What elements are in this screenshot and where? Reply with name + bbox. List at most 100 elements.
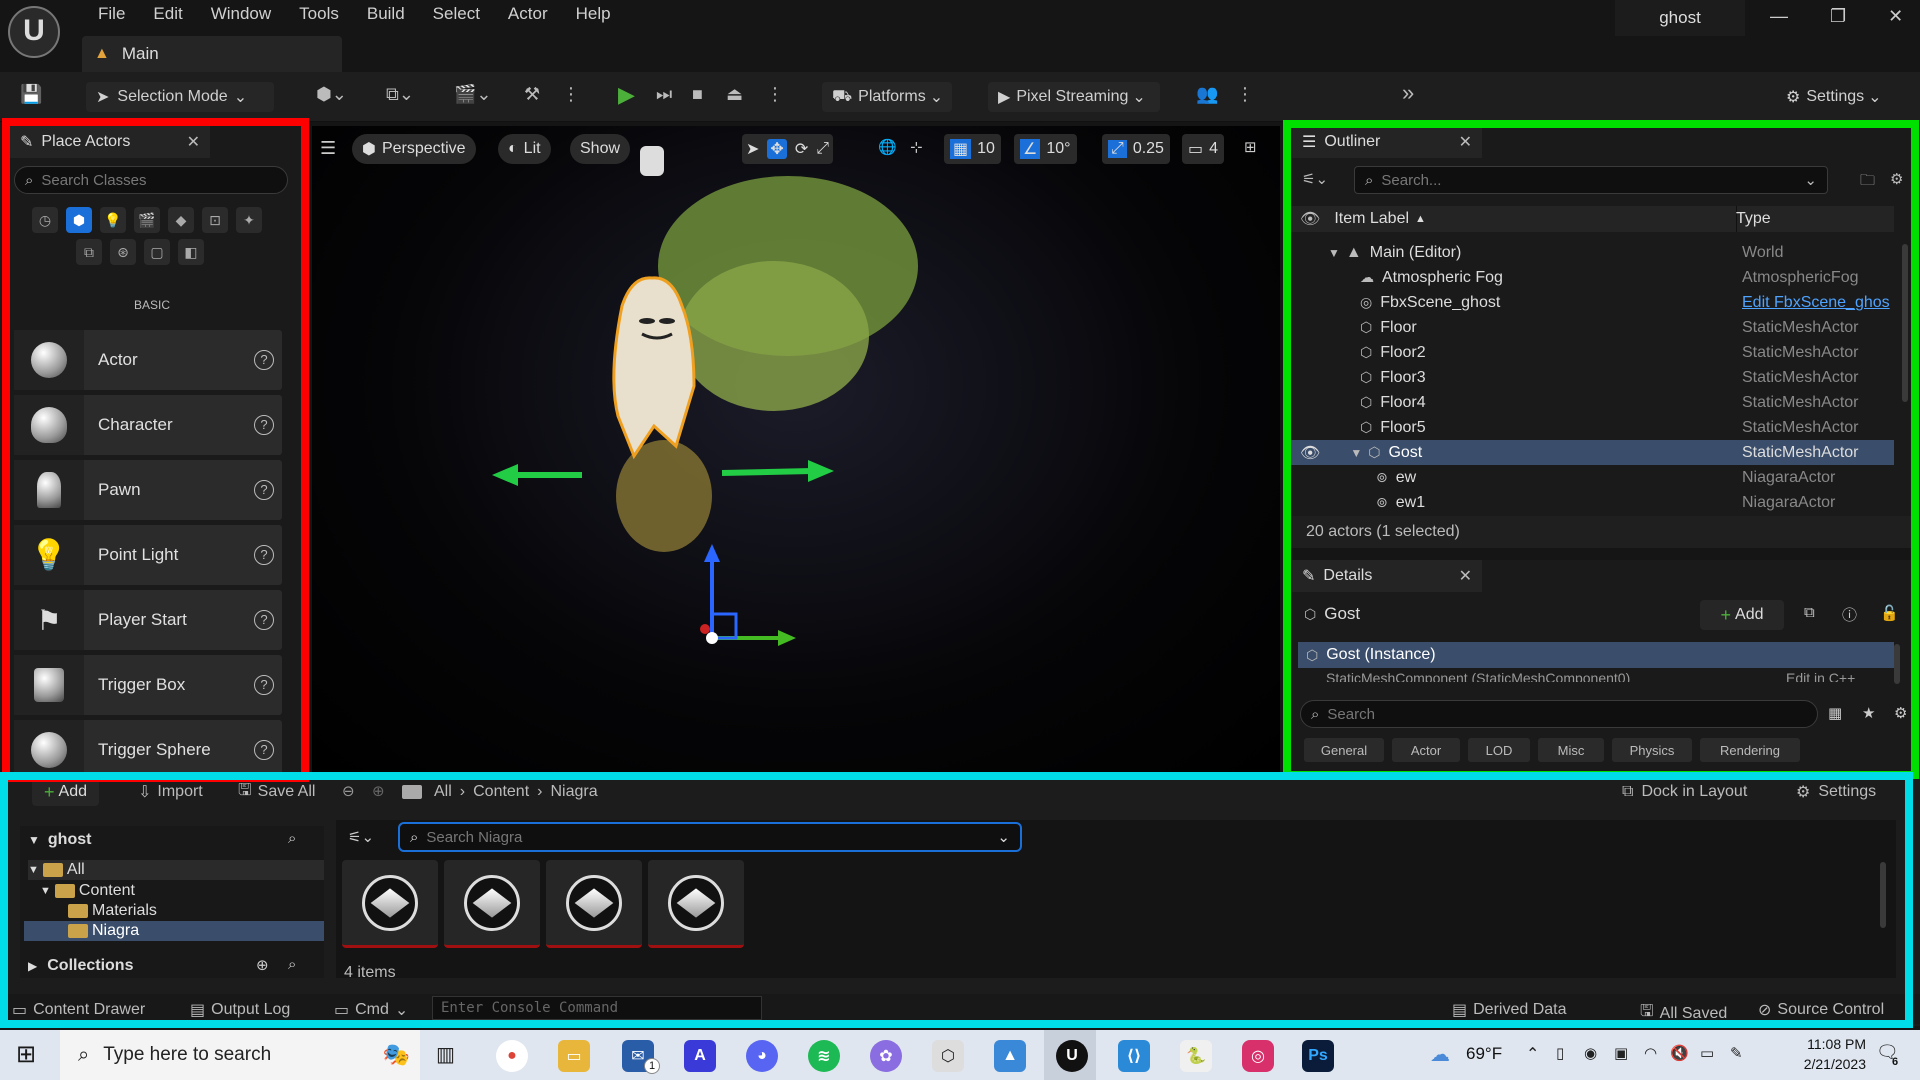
help-icon[interactable]: ?: [254, 545, 274, 565]
visual-effects-icon[interactable]: ◆: [168, 207, 194, 233]
item-label-header[interactable]: Item Label: [1334, 210, 1409, 228]
details-tab[interactable]: ✎ Details ✕: [1292, 560, 1482, 592]
filter-actor[interactable]: Actor: [1392, 738, 1460, 762]
panels-icon[interactable]: ▢: [144, 239, 170, 265]
creative-cloud-icon[interactable]: ◎: [1242, 1040, 1274, 1072]
tray-app-icon-3[interactable]: ▣: [1614, 1044, 1628, 1062]
geometry-icon[interactable]: ⧉: [76, 239, 102, 265]
spotify-icon[interactable]: ≋: [808, 1040, 840, 1072]
back-icon[interactable]: ⊖: [342, 782, 355, 800]
outliner-row[interactable]: ⬡ Floor4 StaticMeshActor: [1290, 390, 1894, 415]
python-icon[interactable]: 🐍: [1180, 1040, 1212, 1072]
tree-item-niagra-selected[interactable]: Niagra: [24, 921, 324, 941]
outliner-row[interactable]: ⊚ ew1 NiagaraActor: [1290, 490, 1894, 515]
outliner-row[interactable]: ⬡ Floor5 StaticMeshActor: [1290, 415, 1894, 440]
cinematics-icon[interactable]: 🎬⌄: [454, 84, 492, 105]
outliner-tab[interactable]: ☰ Outliner ✕: [1292, 126, 1482, 158]
menu-window[interactable]: Window: [197, 4, 285, 24]
filter-icon[interactable]: ⚟⌄: [348, 828, 374, 846]
instance-row[interactable]: ⬡ Gost (Instance): [1298, 642, 1894, 668]
play-options-icon[interactable]: ⋮: [766, 84, 784, 105]
add-folder-icon[interactable]: 🗀: [1860, 170, 1875, 195]
filter-misc[interactable]: Misc: [1538, 738, 1604, 762]
filter-icon[interactable]: ⚟⌄: [1302, 170, 1328, 188]
lock-icon[interactable]: 🔓: [1880, 604, 1899, 622]
close-window-button[interactable]: ✕: [1888, 6, 1903, 27]
tree-item-materials[interactable]: Materials: [68, 901, 157, 921]
weather-icon[interactable]: ☁: [1430, 1042, 1450, 1067]
eject-icon[interactable]: ⏏: [726, 84, 743, 105]
file-explorer-icon[interactable]: ▭: [558, 1040, 590, 1072]
play-icon[interactable]: ▶: [618, 82, 635, 108]
edit-link[interactable]: Edit FbxScene_ghos: [1742, 294, 1890, 312]
breadcrumb-all[interactable]: All: [434, 783, 452, 801]
menu-file[interactable]: File: [84, 4, 139, 24]
add-collection-icon[interactable]: ⊕: [256, 956, 269, 974]
collections-header[interactable]: ▶ Collections: [28, 956, 133, 976]
outliner-row-selected[interactable]: 👁 ▼ ⬡ Gost StaticMeshActor: [1290, 440, 1894, 465]
add-component-button[interactable]: + Add: [1700, 600, 1784, 630]
level-viewport[interactable]: ☰ ⬢ Perspective ◐ Lit Show ➤ ✥ ⟳ ⤢ 🌐 ⊹ ▦…: [312, 126, 1280, 772]
unreal-logo-icon[interactable]: U: [8, 6, 60, 58]
outliner-row[interactable]: ⊚ ew NiagaraActor: [1290, 465, 1894, 490]
selection-mode-dropdown[interactable]: ➤ Selection Mode ⌄: [86, 82, 274, 112]
expand-arrow-icon[interactable]: ▼: [1328, 246, 1340, 260]
tree-item-all[interactable]: ▼ All: [28, 860, 324, 880]
outliner-search-input[interactable]: ⌕ Search... ⌄: [1354, 166, 1828, 194]
blueprint-icon[interactable]: ⧉⌄: [386, 84, 414, 105]
menu-help[interactable]: Help: [562, 4, 625, 24]
volumes-icon[interactable]: ⊡: [202, 207, 228, 233]
tray-app-icon-2[interactable]: ◉: [1584, 1044, 1597, 1062]
help-icon[interactable]: ?: [254, 350, 274, 370]
show-hidden-icons-icon[interactable]: ⌃: [1526, 1044, 1539, 1064]
tree-item-content[interactable]: ▼ Content: [40, 881, 135, 901]
help-icon[interactable]: ⓘ: [1842, 604, 1857, 625]
menu-tools[interactable]: Tools: [285, 4, 353, 24]
unity-icon[interactable]: ⬡: [932, 1040, 964, 1072]
multiuser-icon[interactable]: 👥: [1196, 84, 1218, 105]
misc-icon[interactable]: ◧: [178, 239, 204, 265]
details-scrollbar[interactable]: [1894, 644, 1900, 684]
source-control-button[interactable]: ⊘ Source Control: [1758, 1000, 1884, 1020]
outliner-row[interactable]: ⬡ Floor StaticMeshActor: [1290, 315, 1894, 340]
level-tab-main[interactable]: ▲ Main: [82, 36, 342, 72]
save-all-button[interactable]: 🖫 Save All: [238, 778, 315, 806]
breadcrumb-content[interactable]: Content: [473, 783, 529, 801]
photos-icon[interactable]: ▲: [994, 1040, 1026, 1072]
actor-item-pawn[interactable]: Pawn ?: [14, 460, 282, 520]
table-view-icon[interactable]: ▦: [1828, 704, 1842, 722]
details-search-input[interactable]: ⌕ Search: [1300, 700, 1818, 728]
actor-item-actor[interactable]: Actor ?: [14, 330, 282, 390]
filter-general[interactable]: General: [1304, 738, 1384, 762]
content-drawer-button[interactable]: ▭ Content Drawer: [12, 1000, 145, 1020]
help-icon[interactable]: ?: [254, 415, 274, 435]
outliner-scrollbar[interactable]: [1902, 244, 1908, 402]
forward-icon[interactable]: ⊕: [372, 782, 385, 800]
affinity-icon[interactable]: A: [684, 1040, 716, 1072]
actor-item-character[interactable]: Character ?: [14, 395, 282, 455]
add-actor-icon[interactable]: ⬢⌄: [316, 84, 347, 105]
derived-data-button[interactable]: ▤ Derived Data: [1452, 1000, 1567, 1020]
platforms-dropdown[interactable]: ⛟ Platforms ⌄: [822, 82, 952, 112]
copilot-icon[interactable]: ✿: [870, 1040, 902, 1072]
sources-root[interactable]: ▼ ghost: [28, 830, 91, 850]
type-header[interactable]: Type: [1736, 210, 1771, 228]
chrome-icon[interactable]: ●: [496, 1040, 528, 1072]
component-row[interactable]: StaticMeshComponent (StaticMeshComponent…: [1326, 670, 1886, 682]
step-icon[interactable]: ⏭: [656, 84, 672, 105]
discord-icon[interactable]: ◕: [746, 1040, 778, 1072]
asset-tile[interactable]: [444, 860, 540, 948]
settings-dropdown[interactable]: ⚙ Settings ⌄: [1776, 82, 1900, 112]
help-icon[interactable]: ?: [254, 740, 274, 760]
outliner-row[interactable]: ☁ Atmospheric Fog AtmosphericFog: [1290, 265, 1894, 290]
cinematic-icon[interactable]: 🎬: [134, 207, 160, 233]
star-icon[interactable]: ★: [1862, 704, 1875, 722]
actor-item-trigger-box[interactable]: Trigger Box ?: [14, 655, 282, 715]
taskbar-search-input[interactable]: ⌕ Type here to search 🎭: [60, 1030, 420, 1080]
content-add-button[interactable]: + Add: [32, 778, 99, 806]
filter-lod[interactable]: LOD: [1468, 738, 1530, 762]
visibility-icon[interactable]: 👁: [1300, 443, 1320, 463]
wifi-icon[interactable]: ◠: [1644, 1044, 1657, 1062]
help-icon[interactable]: ?: [254, 480, 274, 500]
close-icon[interactable]: ✕: [187, 132, 200, 152]
